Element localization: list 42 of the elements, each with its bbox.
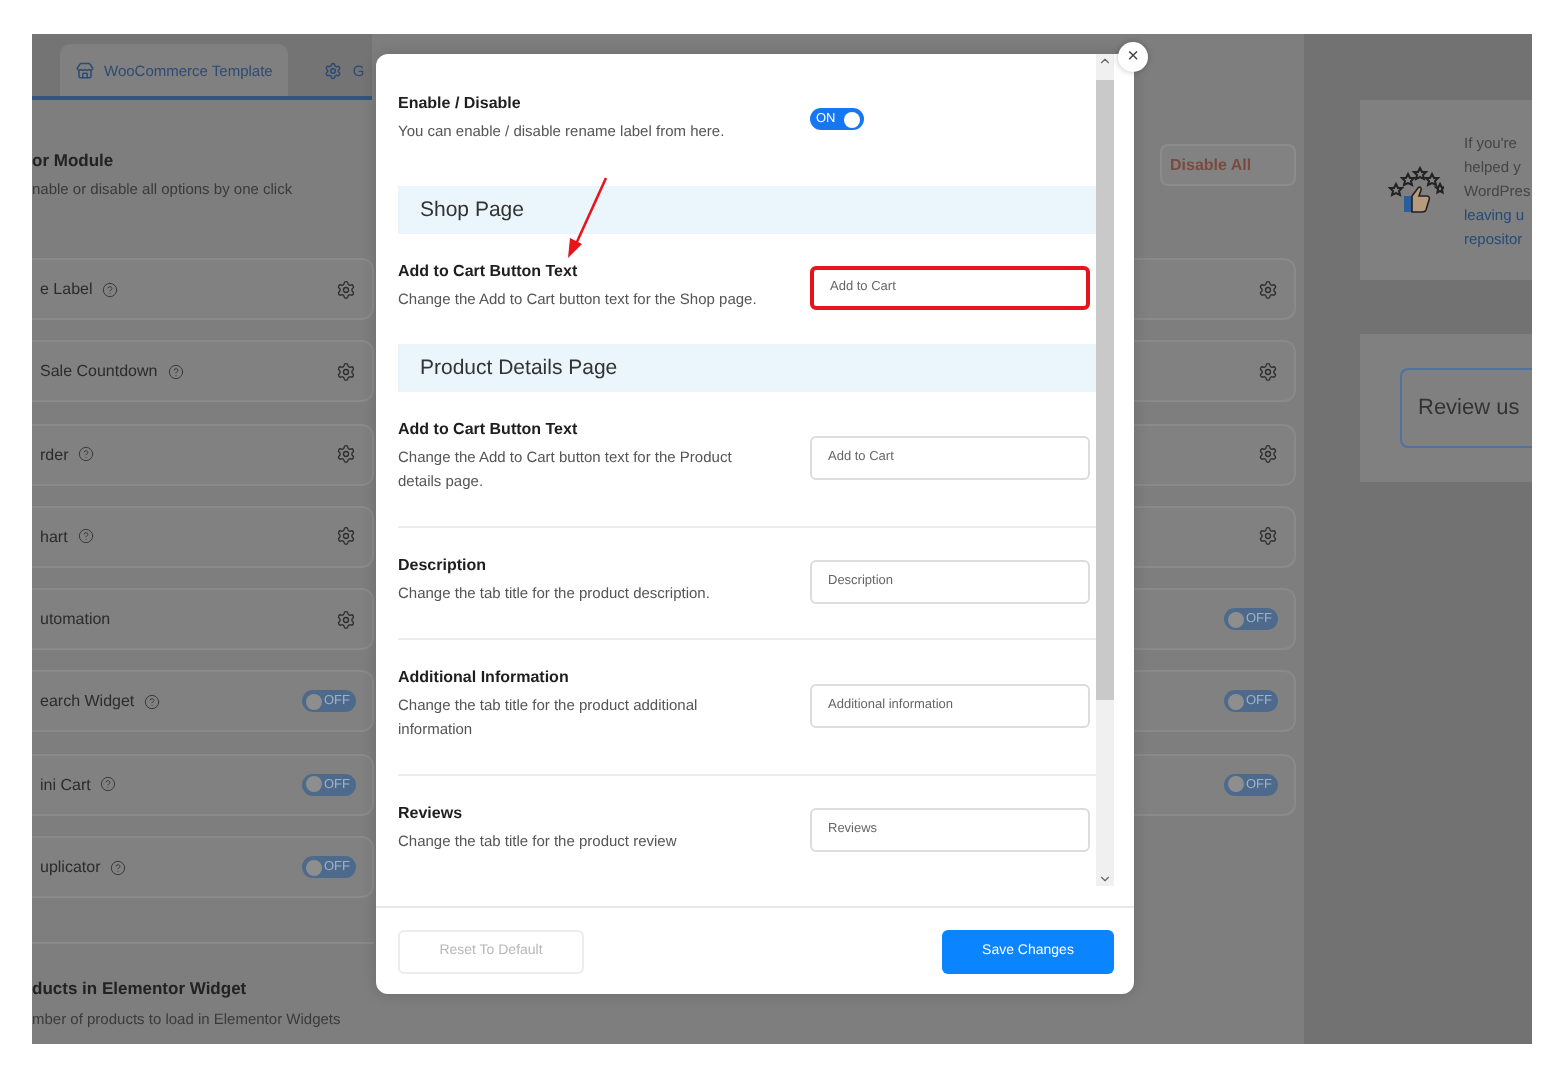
scroll-up-icon[interactable] [1098, 54, 1112, 68]
thumbs-up-stars-icon [1388, 166, 1444, 214]
disable-all-button[interactable]: Disable All [1160, 144, 1296, 186]
help-icon[interactable] [110, 859, 127, 876]
section-header: Product Details Page [398, 344, 1096, 392]
help-icon[interactable] [77, 528, 94, 545]
help-icon[interactable] [167, 363, 184, 380]
module-name: e Label [40, 280, 93, 298]
settings-icon[interactable] [336, 361, 356, 382]
section-title: or Module [32, 150, 116, 170]
section-header: Shop Page [398, 186, 1096, 234]
store-icon [76, 61, 94, 79]
settings-icon[interactable] [1258, 279, 1278, 299]
settings-icon[interactable] [336, 526, 356, 547]
settings-icon[interactable] [336, 279, 356, 299]
settings-icon[interactable] [336, 444, 356, 465]
gear-icon [324, 61, 343, 79]
help-icon[interactable] [78, 446, 95, 463]
module-name: Sale Countdown [40, 362, 158, 381]
scrollbar[interactable] [1096, 54, 1114, 886]
help-icon[interactable] [100, 776, 117, 793]
scroll-down-icon[interactable] [1098, 872, 1112, 886]
settings-icon[interactable] [1258, 444, 1278, 465]
field-label: Reviews [398, 804, 465, 822]
review-button[interactable]: Review us [1400, 368, 1532, 448]
settings-icon[interactable] [336, 609, 356, 630]
settings-icon[interactable] [1258, 526, 1278, 547]
field-label: Description [398, 556, 489, 574]
module-name: uplicator [40, 858, 101, 877]
setting-title: ducts in Elementor Widget [32, 978, 249, 999]
module-name: rder [40, 445, 69, 464]
field-label: Additional Information [398, 668, 571, 686]
help-icon[interactable] [102, 281, 119, 297]
settings-icon[interactable] [1258, 361, 1278, 382]
module-name: utomation [40, 610, 111, 629]
module-name: ini Cart [40, 775, 91, 794]
help-icon[interactable] [144, 693, 161, 710]
field-label: Add to Cart Button Text [398, 420, 580, 438]
module-name: hart [40, 527, 68, 546]
module-name: earch Widget [40, 692, 135, 711]
field-label: Add to Cart Button Text [398, 262, 580, 280]
field-label: Enable / Disable [398, 94, 523, 112]
